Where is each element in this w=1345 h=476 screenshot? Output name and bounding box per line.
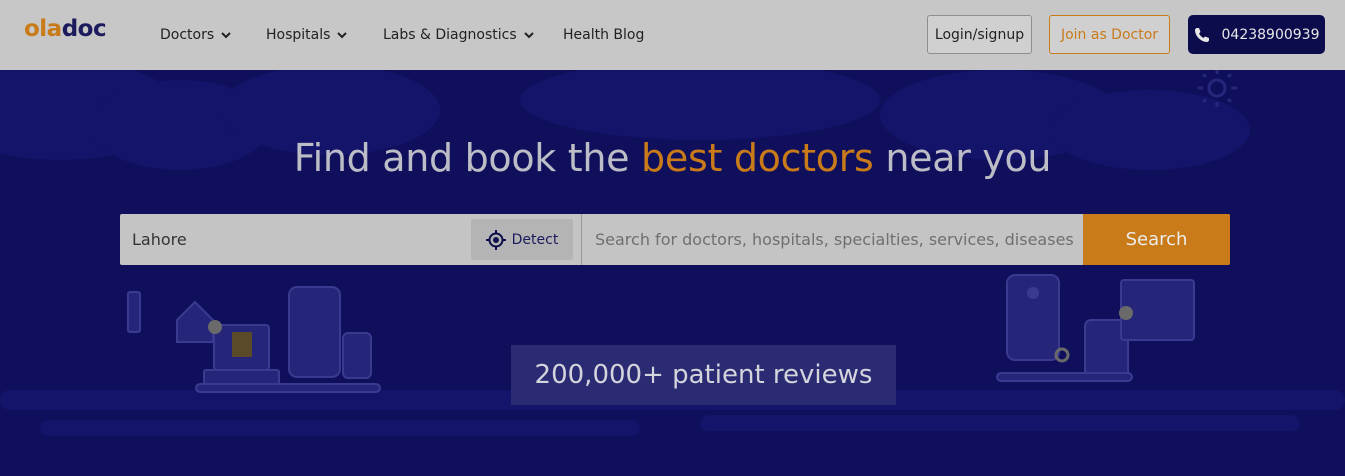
- chevron-down-icon: [523, 32, 534, 39]
- search-bar: Detect Search: [120, 214, 1230, 265]
- logo-part-doc: doc: [61, 16, 107, 42]
- nav-hospitals[interactable]: Hospitals: [266, 25, 348, 45]
- search-button[interactable]: Search: [1083, 214, 1230, 265]
- patient-reviews-badge: 200,000+ patient reviews: [511, 345, 896, 405]
- search-query-input[interactable]: [582, 214, 1083, 265]
- crosshair-icon: [485, 229, 506, 250]
- nav-hospitals-label: Hospitals: [266, 27, 331, 43]
- location-input[interactable]: [120, 214, 470, 265]
- hero-section: Find and book the best doctors near you …: [0, 70, 1345, 476]
- site-header: oladoc Doctors Hospitals Labs & Diagnost…: [0, 0, 1345, 70]
- logo-part-ola: ola: [24, 16, 62, 42]
- oladoc-logo[interactable]: oladoc: [24, 16, 107, 42]
- nav-health-blog[interactable]: Health Blog: [563, 25, 644, 45]
- nav-doctors[interactable]: Doctors: [160, 25, 232, 45]
- hero-headline: Find and book the best doctors near you: [0, 136, 1345, 180]
- detect-location-button[interactable]: Detect: [471, 219, 573, 260]
- phone-call-button[interactable]: 04238900939: [1188, 15, 1325, 54]
- headline-highlight: best doctors: [641, 136, 874, 180]
- join-as-doctor-button[interactable]: Join as Doctor: [1049, 15, 1170, 54]
- nav-doctors-label: Doctors: [160, 27, 215, 43]
- phone-number: 04238900939: [1221, 26, 1320, 43]
- nav-labs-label: Labs & Diagnostics: [383, 27, 517, 43]
- phone-icon: [1194, 27, 1209, 42]
- nav-health-blog-label: Health Blog: [563, 27, 645, 43]
- detect-label: Detect: [511, 231, 559, 248]
- chevron-down-icon: [221, 32, 231, 39]
- hero-background-illustration: [0, 70, 1345, 436]
- chevron-down-icon: [337, 32, 348, 39]
- headline-prefix: Find and book the: [293, 136, 630, 180]
- login-signup-button[interactable]: Login/signup: [927, 15, 1032, 54]
- nav-labs-diagnostics[interactable]: Labs & Diagnostics: [383, 25, 535, 45]
- headline-suffix: near you: [885, 136, 1052, 180]
